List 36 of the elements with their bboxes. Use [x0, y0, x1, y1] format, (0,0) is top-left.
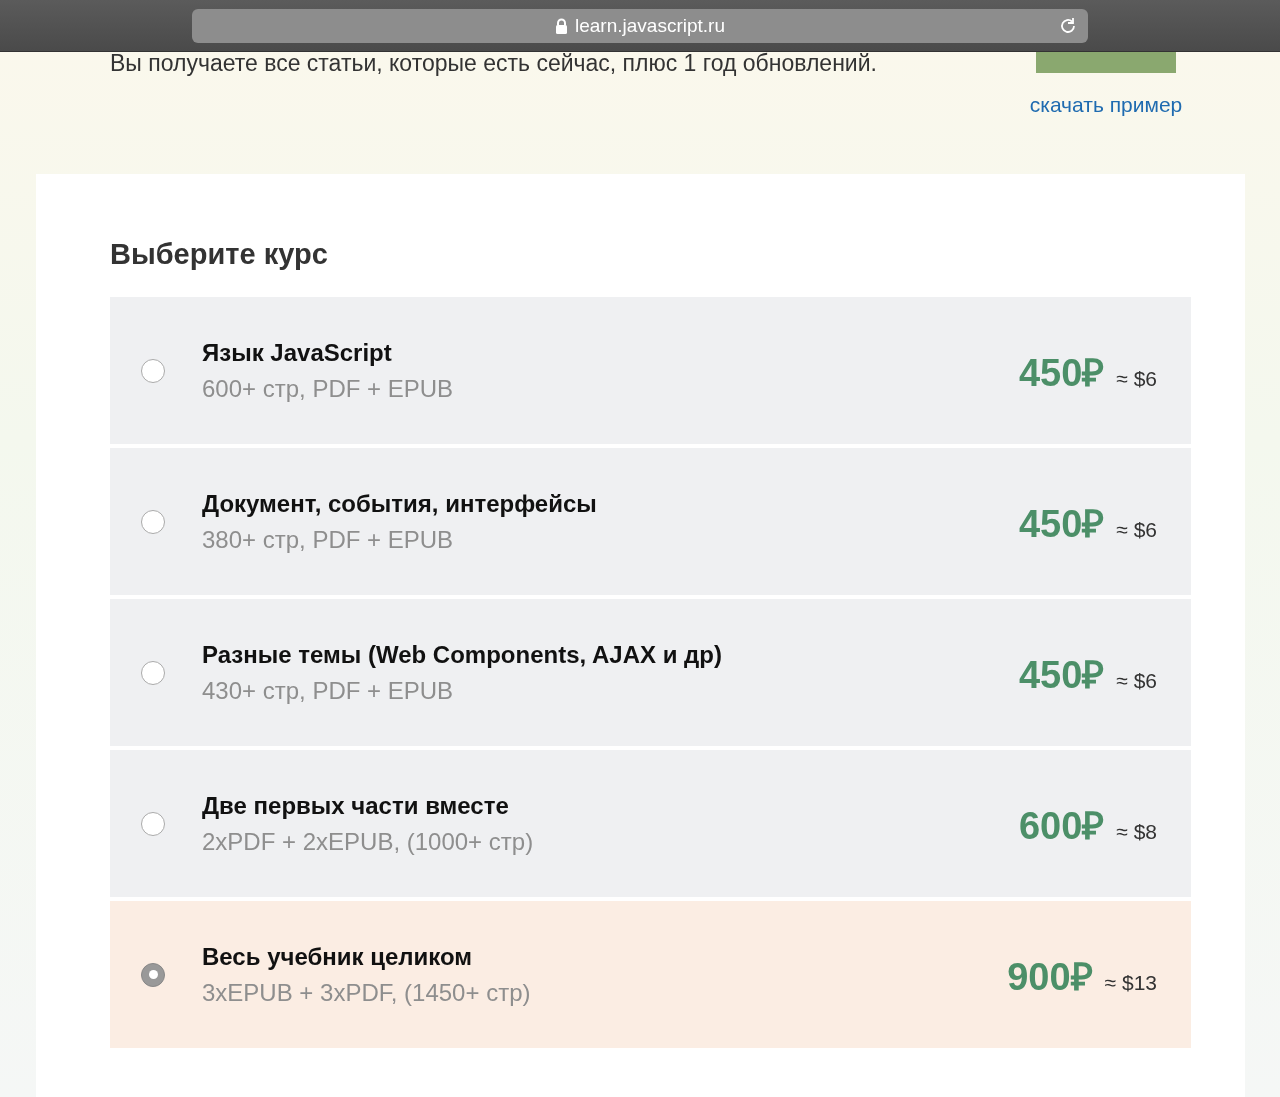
download-sample-link[interactable]: скачать пример — [1029, 93, 1183, 117]
course-title: Язык JavaScript — [202, 338, 393, 367]
price-rub: 450₽ — [1018, 350, 1105, 396]
radio-button[interactable] — [141, 811, 165, 836]
price-rub: 600₽ — [1018, 803, 1105, 849]
course-title: Две первых части вместе — [202, 791, 510, 820]
course-option[interactable]: Две первых части вместе 2xPDF + 2xEPUB, (1000+ стр) 600₽ ≈ $8 — [110, 750, 1191, 897]
lock-icon — [555, 17, 568, 34]
radio-button[interactable] — [141, 358, 165, 383]
price-usd: ≈ $6 — [1116, 668, 1157, 693]
course-details: 2xPDF + 2xEPUB, (1000+ стр) — [202, 827, 535, 856]
price-rub: 450₽ — [1018, 652, 1105, 698]
course-title: Весь учебник целиком — [202, 942, 474, 971]
course-details: 430+ стр, PDF + EPUB — [202, 676, 455, 705]
price-usd: ≈ $6 — [1116, 517, 1157, 542]
course-details: 600+ стр, PDF + EPUB — [202, 374, 455, 403]
url-text: learn.javascript.ru — [575, 14, 725, 37]
course-option[interactable]: Документ, события, интерфейсы 380+ стр, PDF + EPUB 450₽ ≈ $6 — [110, 448, 1191, 595]
price-usd: ≈ $8 — [1116, 819, 1157, 844]
price-rub: 900₽ — [1007, 954, 1093, 1000]
course-details: 3xEPUB + 3xPDF, (1450+ стр) — [202, 978, 532, 1007]
radio-button[interactable] — [141, 962, 165, 987]
price-rub: 450₽ — [1018, 501, 1105, 547]
course-option[interactable]: Язык JavaScript 600+ стр, PDF + EPUB 450₽ ≈ $6 — [110, 297, 1191, 444]
section-heading: Выберите курс — [110, 238, 329, 271]
radio-button[interactable] — [141, 660, 165, 685]
course-option[interactable]: Разные темы (Web Components, AJAX и др) 430+ стр, PDF + EPUB 450₽ ≈ $6 — [110, 599, 1191, 746]
intro-text: Вы получаете все статьи, которые есть сейчас, плюс 1 год обновлений. — [110, 52, 877, 78]
radio-button[interactable] — [141, 509, 165, 534]
course-title: Документ, события, интерфейсы — [202, 489, 598, 518]
price-usd: ≈ $13 — [1104, 970, 1157, 995]
reload-icon[interactable] — [1058, 15, 1078, 36]
course-title: Разные темы (Web Components, AJAX и др) — [202, 640, 723, 669]
course-details: 380+ стр, PDF + EPUB — [202, 525, 455, 554]
course-option[interactable]: Весь учебник целиком 3xEPUB + 3xPDF, (1450+ стр) 900₽ ≈ $13 — [110, 901, 1191, 1048]
price-usd: ≈ $6 — [1116, 366, 1157, 391]
